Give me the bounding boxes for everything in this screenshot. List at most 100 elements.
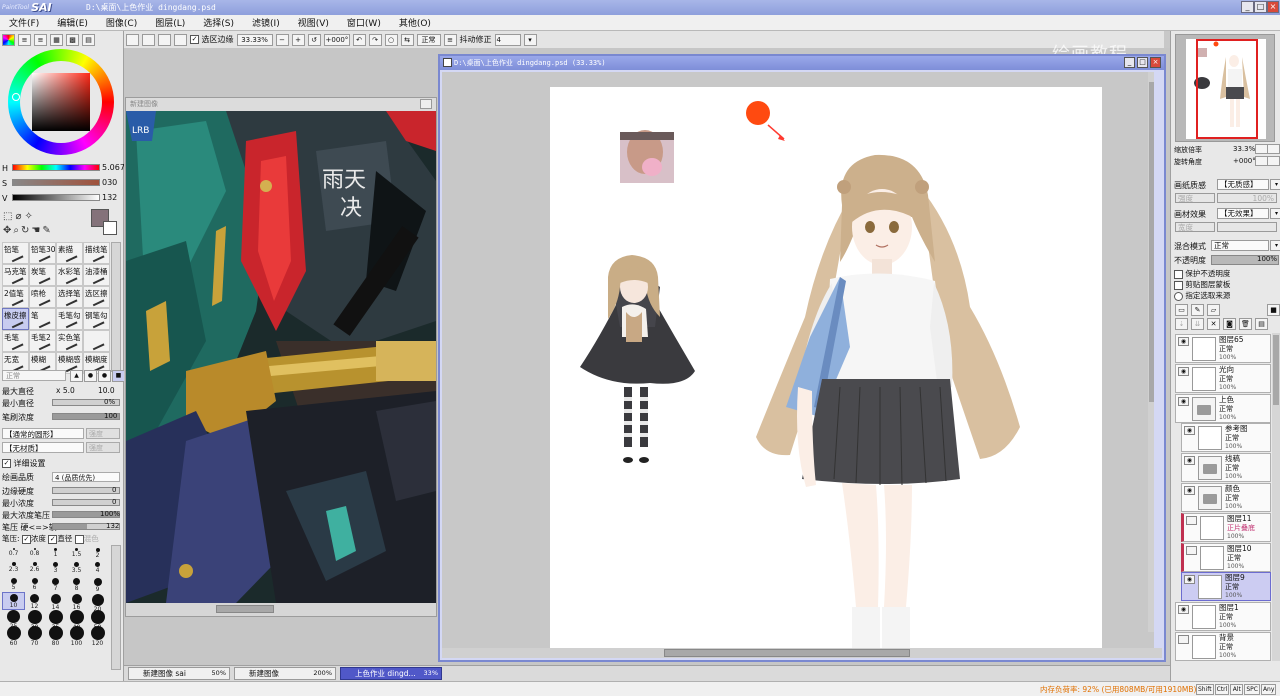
brush-tool-slot[interactable]: 油漆桶 bbox=[83, 264, 110, 286]
brush-size-preset[interactable]: 1 bbox=[45, 545, 66, 561]
brush-tool-slot[interactable]: 毛笔 bbox=[2, 330, 29, 352]
menu-select[interactable]: 选择(S) bbox=[194, 16, 243, 29]
menu-layer[interactable]: 图层(L) bbox=[146, 16, 194, 29]
doc-tab-3[interactable]: 上色作业 dingd... 33% bbox=[340, 667, 442, 680]
flip-icon[interactable]: ⇆ bbox=[400, 33, 414, 46]
layer-row[interactable]: ◉ 图层65 正常 100% bbox=[1175, 334, 1271, 363]
minimize-button[interactable]: _ bbox=[1241, 1, 1254, 13]
subwindow-hscrollbar[interactable] bbox=[126, 603, 436, 616]
menu-filter[interactable]: 滤镜(I) bbox=[243, 16, 289, 29]
size-list-scrollbar[interactable] bbox=[111, 545, 121, 670]
size-multiplier[interactable]: x 5.0 bbox=[56, 386, 75, 395]
menu-edit[interactable]: 编辑(E) bbox=[48, 16, 97, 29]
effect-select[interactable]: 【无效果】 bbox=[1217, 208, 1269, 219]
brush-tool-slot[interactable]: 实色笔 bbox=[56, 330, 83, 352]
brush-size-preset[interactable]: 60 bbox=[3, 625, 24, 647]
effect-dropdown-icon[interactable]: ▾ bbox=[1270, 208, 1280, 219]
nav-zoom-in-icon[interactable] bbox=[1267, 144, 1280, 154]
brush-tool-slot[interactable]: 毛笔2 bbox=[29, 330, 56, 352]
rotate-reset-icon[interactable]: ○ bbox=[384, 33, 398, 46]
transfer-down-icon[interactable]: ⇣ bbox=[1175, 318, 1188, 330]
subwindow-hscroll-thumb[interactable] bbox=[216, 605, 274, 613]
visibility-eye-icon[interactable]: ◉ bbox=[1184, 486, 1195, 495]
hue-slider[interactable] bbox=[12, 164, 100, 171]
shape-triangle-icon[interactable]: ▲ bbox=[70, 370, 83, 382]
close-button[interactable]: × bbox=[1267, 1, 1279, 13]
navigator-viewport-rect[interactable] bbox=[1196, 39, 1258, 139]
rotate-right-icon[interactable]: ↷ bbox=[368, 33, 382, 46]
stabilizer-icon[interactable]: ≡ bbox=[443, 33, 457, 46]
visibility-eye-icon[interactable]: ◉ bbox=[1184, 575, 1195, 585]
brush-tool-slot[interactable]: 选区擦 bbox=[83, 286, 110, 308]
brush-size-preset[interactable]: 16 bbox=[66, 593, 87, 611]
layer-row[interactable]: ◉ 参考图 正常 100% bbox=[1181, 423, 1271, 453]
brush-size-preset[interactable]: 8 bbox=[66, 577, 87, 593]
brush-mode-select[interactable]: 正常 bbox=[2, 370, 66, 381]
brush-tool-slot[interactable]: 炭笔 bbox=[29, 264, 56, 286]
checkbox-icon[interactable]: ✓ bbox=[21, 534, 31, 544]
brush-size-preset[interactable]: 1.5 bbox=[66, 545, 87, 561]
subwindow-maximize-button[interactable] bbox=[420, 99, 432, 109]
visibility-eye-icon[interactable]: ◉ bbox=[1184, 426, 1195, 436]
brush-size-preset[interactable]: 2.6 bbox=[24, 561, 45, 577]
menu-other[interactable]: 其他(O) bbox=[390, 16, 440, 29]
canvas-vscroll-thumb[interactable] bbox=[1149, 82, 1154, 402]
shape-dome-icon[interactable]: ● bbox=[98, 370, 111, 382]
nav-rotate-right-icon[interactable] bbox=[1267, 156, 1280, 166]
layer-row[interactable]: ◉ 线稿 正常 100% bbox=[1181, 453, 1271, 483]
visibility-eye-icon[interactable] bbox=[1186, 515, 1197, 525]
brush-tool-slot[interactable]: 马克笔 bbox=[2, 264, 29, 286]
layer-settings-icon[interactable]: ▤ bbox=[1255, 318, 1268, 330]
rotation-field[interactable]: +000° bbox=[323, 33, 350, 46]
swatch-tab-icon[interactable]: ▤ bbox=[82, 34, 95, 46]
new-folder-icon[interactable]: ▱ bbox=[1207, 304, 1220, 316]
zoom-reset-icon[interactable]: ↺ bbox=[307, 33, 321, 46]
layer-row[interactable]: ◉ 上色 正常 100% bbox=[1175, 393, 1271, 423]
protect-opacity-toggle[interactable]: 保护不透明度 bbox=[1174, 268, 1230, 279]
layer-panel-menu-icon[interactable]: ■ bbox=[1267, 304, 1280, 316]
doc-tab-1[interactable]: 新建图像 sai 50% bbox=[128, 667, 230, 680]
new-linework-layer-icon[interactable]: ✎ bbox=[1191, 304, 1204, 316]
brush-size-preset[interactable]: 0.7 bbox=[3, 545, 24, 561]
visibility-eye-icon[interactable]: ◉ bbox=[1178, 337, 1189, 346]
brush-size-preset[interactable]: 10 bbox=[2, 592, 25, 610]
brush-size-preset[interactable]: 9 bbox=[87, 577, 108, 593]
cut-button[interactable] bbox=[174, 33, 187, 46]
brush-size-preset[interactable]: 12 bbox=[24, 593, 45, 610]
paper-texture-strength-field[interactable]: 100% bbox=[1217, 193, 1277, 203]
menu-window[interactable]: 窗口(W) bbox=[338, 16, 390, 29]
brush-tool-slot[interactable]: 2值笔 bbox=[2, 286, 29, 308]
brush-size-preset[interactable]: 0.8 bbox=[24, 545, 45, 561]
canvas-paper[interactable] bbox=[550, 87, 1102, 648]
stabilizer-dropdown-icon[interactable]: ▾ bbox=[523, 33, 537, 46]
selection-source-toggle[interactable]: 指定选取来源 bbox=[1174, 290, 1230, 301]
merge-down-icon[interactable]: ⇊ bbox=[1191, 318, 1204, 330]
canvas-viewport[interactable] bbox=[442, 72, 1154, 648]
brush-size-preset[interactable]: 5 bbox=[3, 577, 24, 593]
brush-size-preset[interactable]: 70 bbox=[24, 625, 45, 647]
edge-hardness-slider[interactable] bbox=[52, 487, 120, 494]
rgb-slider-tab-icon[interactable]: ≡ bbox=[18, 34, 31, 46]
brush-size-preset[interactable]: 2.3 bbox=[3, 561, 24, 577]
layer-row[interactable]: ◉ 颜色 正常 100% bbox=[1181, 483, 1271, 512]
brush-size-preset[interactable]: 2 bbox=[87, 545, 108, 561]
rotate-icon[interactable]: ↻ bbox=[21, 225, 31, 236]
max-size-value[interactable]: 10.0 bbox=[98, 386, 115, 395]
hand-icon[interactable]: ☚ bbox=[31, 225, 42, 236]
brush-tool-slot[interactable]: 素描 bbox=[56, 242, 83, 264]
maximize-button[interactable]: □ bbox=[1254, 1, 1267, 13]
brush-size-preset[interactable]: 120 bbox=[87, 625, 108, 647]
layer-row[interactable]: 图层10 正常 100% bbox=[1181, 542, 1271, 572]
brush-tool-slot[interactable]: 笔 bbox=[29, 308, 56, 330]
menu-image[interactable]: 图像(C) bbox=[97, 16, 146, 29]
brush-size-preset[interactable]: 4 bbox=[87, 561, 108, 577]
brush-size-preset[interactable]: 50 bbox=[87, 609, 108, 631]
zoom-field[interactable]: 33.33% bbox=[236, 33, 273, 46]
subwindow-closeup[interactable]: 新建图像 雨天 决 LRB bbox=[125, 97, 437, 617]
menu-view[interactable]: 视图(V) bbox=[289, 16, 338, 29]
blend-mode-select[interactable]: 正常 bbox=[1211, 240, 1269, 251]
brush-size-preset[interactable]: 40 bbox=[66, 609, 87, 631]
brush-tool-slot[interactable]: 喷枪 bbox=[29, 286, 56, 308]
brush-size-preset[interactable]: 20 bbox=[87, 593, 108, 613]
visibility-eye-icon[interactable]: ◉ bbox=[1184, 456, 1195, 466]
